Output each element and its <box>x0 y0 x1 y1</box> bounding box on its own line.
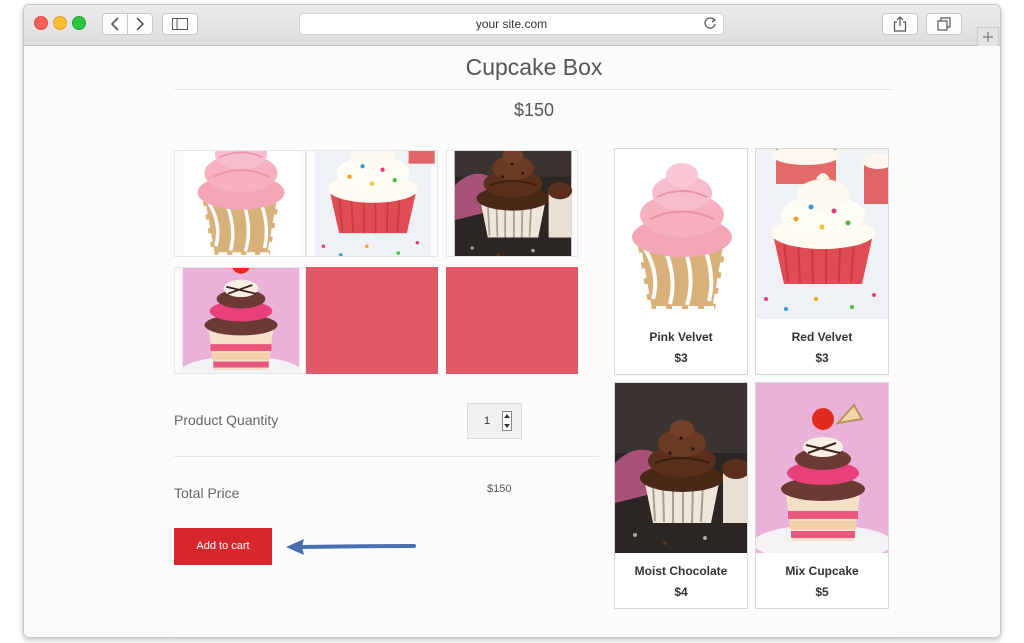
product-price-label: $5 <box>815 585 829 599</box>
product-name: Mix Cupcake <box>785 564 859 578</box>
product-card[interactable]: Red Velvet $3 <box>755 148 889 375</box>
chevron-left-icon <box>110 17 119 31</box>
red-velvet-sprinkles-cupcake-icon <box>307 151 438 257</box>
maximize-window-button[interactable] <box>72 16 86 30</box>
pointer-arrow-icon <box>286 539 416 555</box>
product-page: Cupcake Box $150 Product Quantity 1 Tota… <box>174 46 894 637</box>
quantity-value[interactable]: 1 <box>484 415 490 427</box>
reload-icon[interactable] <box>703 16 717 30</box>
gallery-image-pink-cupcake[interactable] <box>174 150 306 257</box>
product-price-label: $3 <box>815 351 829 365</box>
product-name: Pink Velvet <box>649 330 713 344</box>
gallery-image-mix[interactable] <box>174 267 306 374</box>
product-card-image <box>615 149 748 319</box>
gallery-empty-slot[interactable] <box>446 267 578 374</box>
total-price-value: $150 <box>487 483 512 495</box>
close-window-button[interactable] <box>34 16 48 30</box>
share-button[interactable] <box>882 13 918 35</box>
quantity-stepper[interactable]: 1 <box>467 403 522 439</box>
forward-button[interactable] <box>127 13 153 35</box>
back-button[interactable] <box>102 13 128 35</box>
title-divider <box>174 89 892 90</box>
chocolate-cupcake-icon <box>615 383 748 553</box>
decrement-arrow-icon[interactable] <box>504 424 510 428</box>
quantity-spin-buttons[interactable] <box>502 411 512 431</box>
browser-window: your site.com Cupcake Box $150 Product Q… <box>23 4 1001 638</box>
increment-arrow-icon[interactable] <box>504 414 510 418</box>
browser-toolbar: your site.com <box>24 5 1000 46</box>
form-divider <box>174 456 599 457</box>
minimize-window-button[interactable] <box>53 16 67 30</box>
chocolate-cupcake-icon <box>447 151 578 257</box>
mix-cupcake-icon <box>756 383 889 553</box>
url-text: your site.com <box>475 17 548 31</box>
total-price-label: Total Price <box>174 485 240 501</box>
product-card[interactable]: Pink Velvet $3 <box>614 148 748 375</box>
product-title: Cupcake Box <box>465 54 603 80</box>
pink-frosted-cupcake-icon <box>615 149 748 319</box>
chevron-right-icon <box>136 17 145 31</box>
sidebar-icon <box>172 18 188 30</box>
product-card-image <box>756 149 889 319</box>
address-bar[interactable]: your site.com <box>299 13 724 35</box>
page-content: Cupcake Box $150 Product Quantity 1 Tota… <box>24 46 1000 637</box>
add-to-cart-button[interactable]: Add to cart <box>174 528 272 565</box>
mix-cupcake-icon <box>175 268 306 374</box>
tabs-icon <box>937 17 951 31</box>
product-name: Moist Chocolate <box>634 564 728 578</box>
sidebar-toggle-button[interactable] <box>162 13 198 35</box>
tabs-overview-button[interactable] <box>926 13 962 35</box>
pink-frosted-cupcake-icon <box>175 151 306 257</box>
product-card[interactable]: Mix Cupcake $5 <box>755 382 889 609</box>
product-card[interactable]: Moist Chocolate $4 <box>614 382 748 609</box>
new-tab-button[interactable] <box>977 27 999 47</box>
product-name: Red Velvet <box>791 330 853 344</box>
plus-icon <box>983 32 993 42</box>
product-price: $150 <box>513 100 555 120</box>
product-price-label: $4 <box>674 585 688 599</box>
quantity-label: Product Quantity <box>174 412 279 428</box>
gallery-empty-slot[interactable] <box>306 267 438 374</box>
red-velvet-sprinkles-cupcake-icon <box>756 149 889 319</box>
product-card-image <box>756 383 889 553</box>
share-icon <box>893 16 907 32</box>
gallery-image-chocolate[interactable] <box>446 150 578 257</box>
gallery-image-red-velvet[interactable] <box>306 150 438 257</box>
product-price-label: $3 <box>674 351 688 365</box>
product-card-image <box>615 383 748 553</box>
